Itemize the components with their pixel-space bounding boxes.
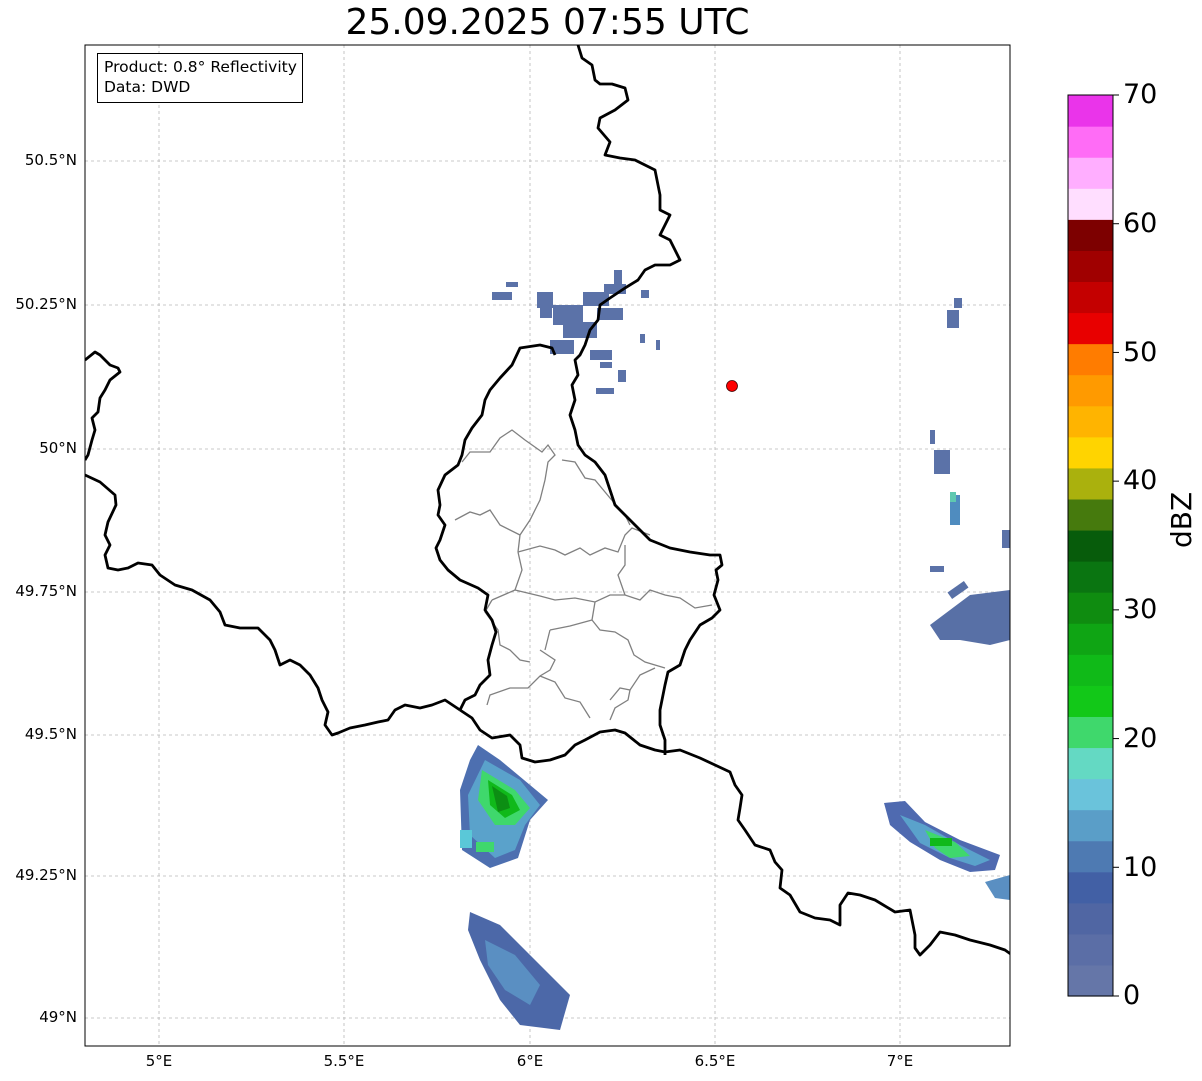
colorbar-tick-label: 60 (1123, 208, 1158, 239)
radar-site-marker (726, 380, 738, 392)
colorbar-swatch (1068, 809, 1113, 842)
lon-tick-label: 5°E (145, 1052, 173, 1070)
colorbar-swatch (1068, 933, 1113, 966)
colorbar-swatch (1068, 405, 1113, 438)
lat-tick-label: 49°N (39, 1008, 77, 1026)
colorbar-swatch (1068, 964, 1113, 997)
colorbar-swatch (1068, 219, 1113, 251)
lat-tick-label: 50.5°N (24, 151, 77, 169)
product-label: Product: 0.8° Reflectivity (104, 58, 297, 76)
colorbar-swatch (1068, 374, 1113, 407)
colorbar-swatch (1068, 840, 1113, 873)
lat-tick-label: 49.5°N (24, 725, 77, 743)
colorbar-tick-label: 30 (1123, 594, 1158, 625)
colorbar-tick-label: 10 (1123, 852, 1158, 883)
colorbar-swatch (1068, 188, 1113, 220)
lon-tick-label: 6°E (516, 1052, 544, 1070)
lat-tick-label: 49.75°N (15, 582, 77, 600)
colorbar-swatch (1068, 716, 1113, 749)
colorbar-swatch (1068, 623, 1113, 655)
info-box: Product: 0.8° Reflectivity Data: DWD (97, 53, 303, 103)
colorbar-swatch (1068, 529, 1113, 562)
lat-tick-label: 49.25°N (15, 866, 77, 884)
colorbar-swatch (1068, 467, 1113, 500)
colorbar-tick-label: 50 (1123, 337, 1158, 368)
lat-tick-label: 50.25°N (15, 295, 77, 313)
data-source-label: Data: DWD (104, 78, 191, 96)
colorbar-swatch (1068, 126, 1113, 158)
colorbar-swatch (1068, 871, 1113, 904)
lon-tick-label: 5.5°E (323, 1052, 365, 1070)
colorbar-swatch (1068, 312, 1113, 345)
colorbar (1068, 94, 1119, 997)
colorbar-swatch (1068, 281, 1113, 314)
colorbar-swatch (1068, 902, 1113, 935)
colorbar-swatch (1068, 250, 1113, 283)
colorbar-swatch (1068, 592, 1113, 624)
colorbar-swatch (1068, 343, 1113, 376)
colorbar-swatch (1068, 95, 1113, 127)
colorbar-title: dBZ (1165, 491, 1198, 548)
colorbar-swatch (1068, 654, 1113, 686)
colorbar-swatch (1068, 747, 1113, 780)
radar-map (84, 44, 1119, 1047)
colorbar-swatch (1068, 778, 1113, 811)
colorbar-tick-label: 40 (1123, 465, 1158, 496)
lat-tick-label: 50°N (39, 439, 77, 457)
colorbar-tick-label: 0 (1123, 980, 1141, 1011)
colorbar-swatch (1068, 436, 1113, 469)
colorbar-tick-label: 20 (1123, 723, 1158, 754)
colorbar-swatch (1068, 561, 1113, 593)
lon-tick-label: 7°E (886, 1052, 914, 1070)
colorbar-tick-label: 70 (1123, 79, 1158, 110)
colorbar-swatch (1068, 498, 1113, 531)
lon-tick-label: 6.5°E (694, 1052, 736, 1070)
colorbar-swatch (1068, 157, 1113, 189)
colorbar-swatch (1068, 685, 1113, 717)
